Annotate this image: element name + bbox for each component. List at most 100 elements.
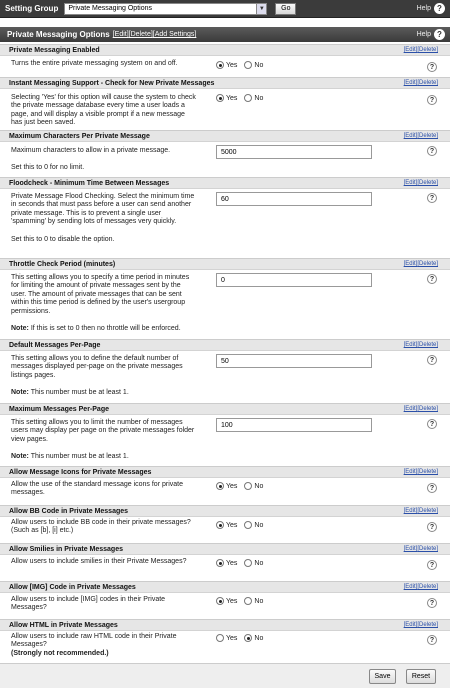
- radio-option-yes[interactable]: Yes: [216, 597, 237, 605]
- setting-delete-link[interactable]: [Delete]: [417, 180, 438, 186]
- help-icon[interactable]: ?: [427, 635, 437, 645]
- radio-button[interactable]: [216, 482, 224, 490]
- radio-button[interactable]: [244, 521, 253, 529]
- setting-delete-link[interactable]: [Delete]: [417, 406, 438, 412]
- setting-delete-link[interactable]: [Delete]: [417, 469, 438, 475]
- setting-note-label: Note:: [11, 389, 29, 397]
- help-icon[interactable]: ?: [427, 522, 437, 532]
- radio-button[interactable]: [244, 597, 253, 605]
- setting-edit-link[interactable]: [Edit]: [404, 469, 418, 475]
- group-delete-link[interactable]: [Delete]: [129, 31, 153, 38]
- radio-option-yes[interactable]: Yes: [216, 559, 237, 567]
- radio-button[interactable]: [216, 61, 224, 69]
- setting-group-select-value: Private Messaging Options: [68, 5, 152, 12]
- setting-edit-link[interactable]: [Edit]: [404, 584, 418, 590]
- setting-delete-link[interactable]: [Delete]: [417, 584, 438, 590]
- help-icon[interactable]: ?: [434, 3, 445, 14]
- setting-edit-link[interactable]: [Edit]: [404, 180, 418, 186]
- group-header: Private Messaging Options [Edit] [Delete…: [0, 27, 450, 42]
- setting-delete-link[interactable]: [Delete]: [417, 80, 438, 86]
- radio-button[interactable]: [244, 634, 253, 642]
- setting-edit-links: [Edit][Delete]: [404, 133, 438, 139]
- radio-option-no[interactable]: No: [244, 521, 263, 529]
- setting-input[interactable]: 5000: [216, 145, 372, 159]
- setting-group-bar: Setting Group Private Messaging Options …: [0, 0, 450, 18]
- radio-button[interactable]: [216, 521, 224, 529]
- setting-delete-link[interactable]: [Delete]: [417, 546, 438, 552]
- help-icon[interactable]: ?: [427, 598, 437, 608]
- radio-button[interactable]: [216, 597, 224, 605]
- help-icon[interactable]: ?: [427, 274, 437, 284]
- group-help-link[interactable]: Help ?: [417, 29, 445, 40]
- setting-delete-link[interactable]: [Delete]: [417, 622, 438, 628]
- help-icon[interactable]: ?: [434, 29, 445, 40]
- radio-options: Yes No: [216, 597, 268, 605]
- radio-button[interactable]: [244, 482, 253, 490]
- setting-edit-link[interactable]: [Edit]: [404, 406, 418, 412]
- setting-edit-link[interactable]: [Edit]: [404, 546, 418, 552]
- setting-edit-links: [Edit][Delete]: [404, 546, 438, 552]
- setting-group-select[interactable]: Private Messaging Options ▼: [64, 2, 268, 15]
- radio-button[interactable]: [216, 559, 224, 567]
- setting-edit-link[interactable]: [Edit]: [404, 133, 418, 139]
- setting-edit-link[interactable]: [Edit]: [404, 622, 418, 628]
- help-icon[interactable]: ?: [427, 95, 437, 105]
- group-add-settings-link[interactable]: [Add Settings]: [153, 31, 197, 38]
- help-icon[interactable]: ?: [427, 193, 437, 203]
- setting-input[interactable]: 100: [216, 418, 372, 432]
- setting-edit-link[interactable]: [Edit]: [404, 508, 418, 514]
- help-label: Help: [416, 5, 431, 12]
- setting-delete-link[interactable]: [Delete]: [417, 47, 438, 53]
- radio-button[interactable]: [216, 94, 224, 102]
- help-icon[interactable]: ?: [427, 419, 437, 429]
- setting-edit-links: [Edit][Delete]: [404, 261, 438, 267]
- setting-header: Allow HTML in Private Messages [Edit][Del…: [0, 619, 450, 631]
- help-icon[interactable]: ?: [427, 355, 437, 365]
- radio-option-yes[interactable]: Yes: [216, 521, 237, 529]
- radio-button[interactable]: [244, 94, 253, 102]
- setting-note: Set this to 0 for no limit.: [11, 164, 197, 172]
- setting-delete-link[interactable]: [Delete]: [417, 133, 438, 139]
- radio-button[interactable]: [244, 61, 253, 69]
- setting-header: Instant Messaging Support - Check for Ne…: [0, 77, 450, 89]
- radio-button[interactable]: [244, 559, 253, 567]
- radio-option-no[interactable]: No: [244, 61, 263, 69]
- setting-delete-link[interactable]: [Delete]: [417, 342, 438, 348]
- radio-option-no[interactable]: No: [244, 94, 263, 102]
- setting-edit-link[interactable]: [Edit]: [404, 47, 418, 53]
- setting-note-text: This number must be at least 1.: [30, 389, 129, 397]
- setting-input[interactable]: 60: [216, 192, 372, 206]
- setting-header: Maximum Messages Per-Page [Edit][Delete]: [0, 403, 450, 415]
- radio-option-yes[interactable]: Yes: [216, 61, 237, 69]
- radio-option-no[interactable]: No: [244, 482, 263, 490]
- save-button[interactable]: Save: [369, 668, 396, 684]
- help-icon[interactable]: ?: [427, 483, 437, 493]
- chevron-down-icon[interactable]: ▼: [256, 3, 267, 14]
- radio-option-yes[interactable]: Yes: [216, 482, 237, 490]
- setting-delete-link[interactable]: [Delete]: [417, 261, 438, 267]
- radio-label: Yes: [226, 521, 238, 529]
- help-link[interactable]: Help ?: [417, 3, 445, 14]
- help-icon[interactable]: ?: [427, 560, 437, 570]
- radio-option-no[interactable]: No: [244, 559, 263, 567]
- setting-title: Allow Smilies in Private Messages: [9, 545, 123, 553]
- radio-option-no[interactable]: No: [244, 634, 263, 642]
- reset-button[interactable]: Reset: [406, 668, 436, 684]
- setting-warning-text: (Strongly not recommended.): [11, 649, 109, 657]
- setting-edit-link[interactable]: [Edit]: [404, 261, 418, 267]
- help-icon[interactable]: ?: [427, 62, 437, 72]
- setting-input[interactable]: 50: [216, 354, 372, 368]
- radio-label: Yes: [226, 559, 238, 567]
- radio-button[interactable]: [216, 634, 224, 642]
- go-button[interactable]: Go: [275, 2, 297, 15]
- radio-option-yes[interactable]: Yes: [216, 94, 237, 102]
- radio-label: No: [254, 94, 264, 102]
- setting-edit-link[interactable]: [Edit]: [404, 80, 418, 86]
- setting-edit-link[interactable]: [Edit]: [404, 342, 418, 348]
- help-icon[interactable]: ?: [427, 146, 437, 156]
- setting-input[interactable]: 0: [216, 273, 372, 287]
- group-edit-link[interactable]: [Edit]: [113, 31, 129, 38]
- radio-option-no[interactable]: No: [244, 597, 263, 605]
- radio-option-yes[interactable]: Yes: [216, 634, 237, 642]
- setting-delete-link[interactable]: [Delete]: [417, 508, 438, 514]
